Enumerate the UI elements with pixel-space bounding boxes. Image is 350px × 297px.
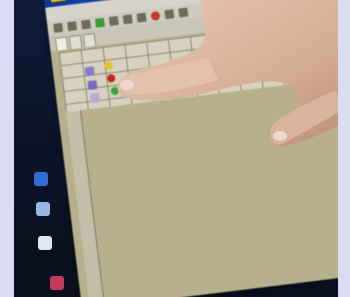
desktop-icon[interactable] <box>34 172 48 186</box>
fingernail <box>120 80 134 90</box>
photo-scene: N <box>0 0 350 297</box>
hand <box>117 0 350 147</box>
monitor-bezel-left <box>0 0 14 297</box>
monitor-bezel-right <box>338 0 350 297</box>
tab[interactable] <box>54 36 69 51</box>
toolbar-button[interactable] <box>67 20 78 31</box>
desktop-icon[interactable] <box>50 276 64 290</box>
desktop-icon[interactable] <box>38 236 52 250</box>
app-logo-icon: N <box>48 0 67 4</box>
fingernail <box>273 131 287 141</box>
desktop-icon[interactable] <box>36 202 50 216</box>
toolbar-button[interactable] <box>53 22 64 33</box>
tab[interactable] <box>68 34 83 50</box>
